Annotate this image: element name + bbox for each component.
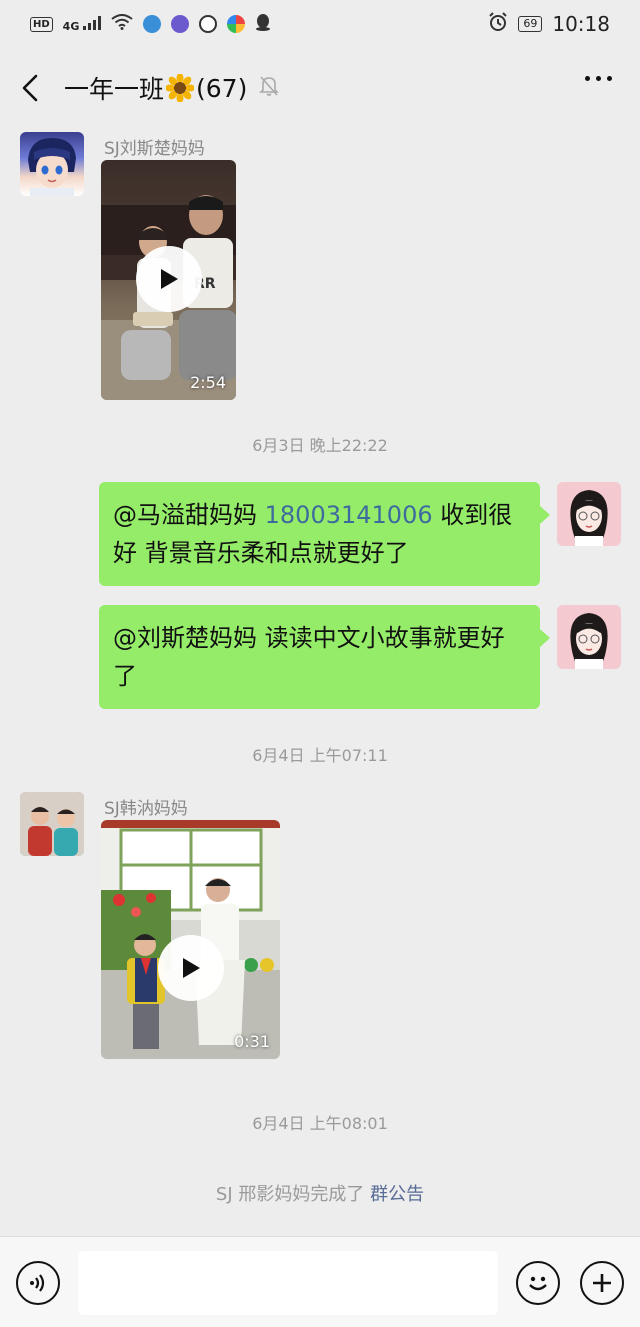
signal-icon: 4G (62, 15, 102, 33)
network-type: 4G (62, 19, 80, 33)
voice-icon (30, 1274, 45, 1292)
more-icon[interactable] (585, 76, 612, 81)
timestamp: 6月3日 晚上22:22 (252, 436, 388, 455)
sent-message-bubble[interactable]: @刘斯楚妈妈 读读中文小故事就更好了 (99, 605, 550, 709)
mention-text: @马溢甜妈妈 (113, 501, 265, 529)
status-left: HD 4G (30, 13, 271, 36)
sender-name: SJ刘斯楚妈妈 (104, 139, 205, 159)
alarm-icon (488, 11, 508, 37)
play-icon (183, 958, 200, 978)
message-list[interactable]: SJ刘斯楚妈妈 RR 2:54 6月3日 晚上22:22 @马溢甜妈妈 1800… (0, 128, 640, 1236)
back-arrow-icon (22, 74, 38, 102)
video-message[interactable]: 0:31 (101, 820, 280, 1059)
sunflower-emoji-icon (165, 73, 196, 103)
play-icon (161, 269, 178, 289)
hand-app-icon (199, 15, 218, 33)
timestamp: 6月4日 上午08:01 (252, 1114, 388, 1133)
play-button[interactable] (136, 246, 202, 312)
notice-text: SJ 邢影妈妈完成了 (215, 1184, 371, 1205)
play-button[interactable] (158, 935, 224, 1001)
video-duration: 0:31 (234, 1032, 270, 1051)
status-bar: HD 4G 69 10:18 (0, 0, 640, 48)
emoji-icon (529, 1276, 547, 1291)
avatar-han-rui[interactable] (20, 792, 84, 856)
plus-icon (593, 1274, 611, 1292)
browser-app-icon (227, 15, 246, 33)
music-app-icon (171, 15, 190, 33)
battery-indicator: 69 (518, 16, 543, 32)
group-announcement-link[interactable]: 群公告 (370, 1184, 424, 1205)
app-notification-icon (143, 15, 162, 33)
video-message[interactable]: RR 2:54 (101, 160, 236, 400)
group-name: 一年一班 (64, 75, 165, 104)
chat-header: 一年一班 (67) (0, 48, 640, 128)
timestamp: 6月4日 上午07:11 (252, 746, 388, 765)
my-avatar[interactable] (557, 605, 621, 669)
status-right: 69 10:18 (488, 11, 610, 37)
qq-icon (255, 13, 271, 36)
phone-number-link[interactable]: 18003141006 (265, 501, 433, 529)
clock: 10:18 (552, 12, 610, 36)
chat-title: 一年一班 (67) (64, 70, 280, 106)
my-avatar[interactable] (557, 482, 621, 546)
sender-name: SJ韩汭妈妈 (104, 799, 188, 819)
input-bar (0, 1236, 640, 1327)
back-button[interactable] (0, 48, 60, 128)
avatar-liu-sichu[interactable] (20, 132, 84, 196)
hd-badge: HD (30, 16, 53, 32)
message-input[interactable] (78, 1251, 498, 1315)
video-duration: 2:54 (190, 373, 226, 392)
system-notice: SJ 邢影妈妈完成了 群公告 (0, 1180, 640, 1206)
emoji-button[interactable] (516, 1261, 560, 1305)
voice-button[interactable] (16, 1261, 60, 1305)
sent-message-bubble[interactable]: @马溢甜妈妈 18003141006 收到很好 背景音乐柔和点就更好了 (99, 482, 550, 586)
member-count: (67) (196, 73, 248, 103)
mute-bell-icon (259, 74, 280, 103)
wifi-icon (111, 13, 133, 35)
plus-button[interactable] (580, 1261, 624, 1305)
